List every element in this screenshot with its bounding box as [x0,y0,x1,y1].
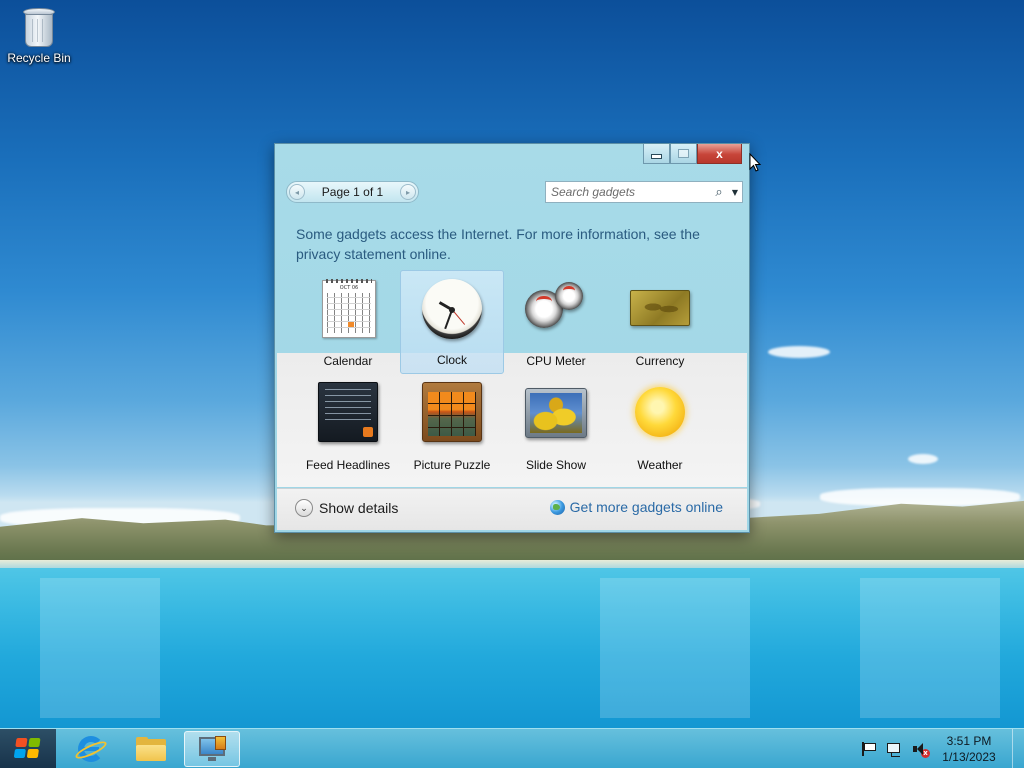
gadget-gallery-window: x ◂ Page 1 of 1 ▸ ⌕ ▼ Some gadgets acces… [274,143,750,533]
previous-page-button[interactable]: ◂ [289,184,305,200]
gadget-tile-picture-puzzle[interactable]: Picture Puzzle [400,374,504,478]
gadget-tile-clock[interactable]: Clock [400,270,504,374]
system-tray: x [860,729,930,768]
action-center-flag-icon[interactable] [860,741,876,757]
search-icon[interactable]: ⌕ [710,185,728,200]
windows-start-icon [13,738,42,760]
show-details-toggle[interactable]: ⌄ Show details [295,499,398,517]
weather-icon [629,382,691,444]
get-more-gadgets-link[interactable]: Get more gadgets online [549,499,723,515]
taskbar-gadget-gallery[interactable] [184,731,240,767]
gadget-name: Slide Show [525,458,587,472]
cloud [768,346,830,358]
maximize-button[interactable] [670,144,697,164]
desktop-icon-recycle-bin[interactable]: Recycle Bin [4,6,74,65]
gadget-tile-calendar[interactable]: OCT 06 Calendar [296,270,400,374]
recycle-bin-icon [22,6,56,48]
picture-puzzle-icon [421,382,483,444]
reflection [600,578,750,718]
minimize-button[interactable] [643,144,670,164]
taskbar-clock[interactable]: 3:51 PM 1/13/2023 [936,733,1002,765]
gallery-footer: ⌄ Show details Get more gadgets online [277,488,747,530]
gadget-name: Calendar [323,354,373,368]
window-controls: x [643,144,742,165]
network-icon[interactable] [886,741,902,757]
feed-headlines-icon [317,382,379,444]
cloud [908,454,938,464]
next-page-button[interactable]: ▸ [399,184,416,200]
internet-explorer-icon [73,736,109,762]
gadget-tile-feed-headlines[interactable]: Feed Headlines [296,374,400,478]
gadget-name: Feed Headlines [305,458,391,472]
show-details-label: Show details [319,500,399,516]
show-desktop-button[interactable] [1012,729,1024,768]
gadget-tile-cpu-meter[interactable]: CPU Meter [504,270,608,374]
slide-show-icon [525,382,587,444]
taskbar-internet-explorer[interactable] [62,731,118,767]
taskbar: x 3:51 PM 1/13/2023 [0,728,1024,768]
volume-muted-icon[interactable]: x [912,741,930,758]
reflection [860,578,1000,718]
close-button[interactable]: x [697,144,742,164]
taskbar-file-explorer[interactable] [122,731,178,767]
page-indicator: Page 1 of 1 [321,185,384,199]
cloud [820,488,1020,506]
taskbar-time: 3:51 PM [946,734,992,748]
gadget-tile-weather[interactable]: Weather [608,374,712,478]
taskbar-date: 1/13/2023 [942,750,996,764]
page-navigator: ◂ Page 1 of 1 ▸ [286,181,419,203]
search-box: ⌕ ▼ [545,181,743,203]
gadget-gallery-icon [199,736,227,763]
lake [0,568,1024,728]
gadget-name: Currency [635,354,685,368]
gadget-tile-slide-show[interactable]: Slide Show [504,374,608,478]
search-input[interactable] [546,182,710,202]
calendar-month: OCT 06 [339,285,359,291]
reflection [40,578,160,718]
search-dropdown-button[interactable]: ▼ [728,188,742,197]
gadget-name: Weather [637,458,683,472]
clock-icon [421,279,483,341]
chevron-down-icon: ⌄ [295,499,313,517]
gadget-name: Clock [436,353,467,367]
get-more-gadgets-label: Get more gadgets online [569,499,723,515]
calendar-icon: OCT 06 [317,278,379,340]
currency-icon [629,278,691,340]
gadget-name: Picture Puzzle [413,458,491,472]
folder-icon [136,737,166,761]
desktop-icon-label: Recycle Bin [7,51,71,65]
gadget-tile-currency[interactable]: Currency [608,270,712,374]
cpu-meter-icon [525,278,587,340]
start-button[interactable] [0,729,56,768]
globe-icon [549,499,565,515]
internet-notice: Some gadgets access the Internet. For mo… [296,226,700,262]
mute-badge: x [921,749,930,758]
gadget-name: CPU Meter [526,354,586,368]
